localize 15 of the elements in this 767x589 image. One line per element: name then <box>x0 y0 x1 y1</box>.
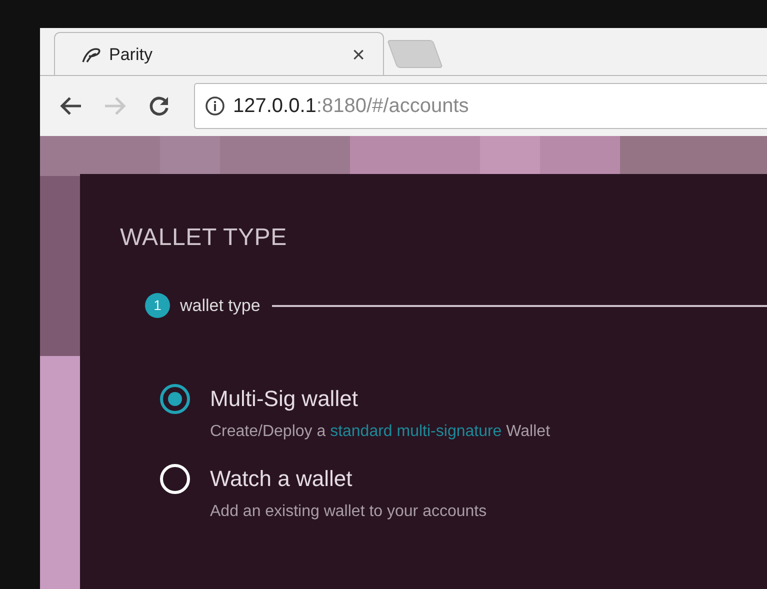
info-icon[interactable] <box>205 96 225 116</box>
option-description: Create/Deploy a standard multi-signature Wallet <box>210 422 550 442</box>
close-tab-button[interactable]: × <box>352 44 365 66</box>
dialog-title: WALLET TYPE <box>120 224 288 253</box>
radio-button[interactable] <box>160 384 190 414</box>
parity-logo-icon <box>81 46 101 62</box>
option-description: Add an existing wallet to your accounts <box>210 502 487 522</box>
tab-title: Parity <box>109 44 154 66</box>
url-text: 127.0.0.1:8180/#/accounts <box>233 94 469 119</box>
option-label[interactable]: Multi-Sig wallet <box>210 384 550 414</box>
browser-tab[interactable]: Parity × <box>54 32 384 76</box>
address-bar[interactable]: 127.0.0.1:8180/#/accounts <box>194 83 767 129</box>
step-label: wallet type <box>180 294 260 317</box>
option-label[interactable]: Watch a wallet <box>210 464 487 494</box>
description-link[interactable]: standard multi-signature <box>330 423 502 440</box>
